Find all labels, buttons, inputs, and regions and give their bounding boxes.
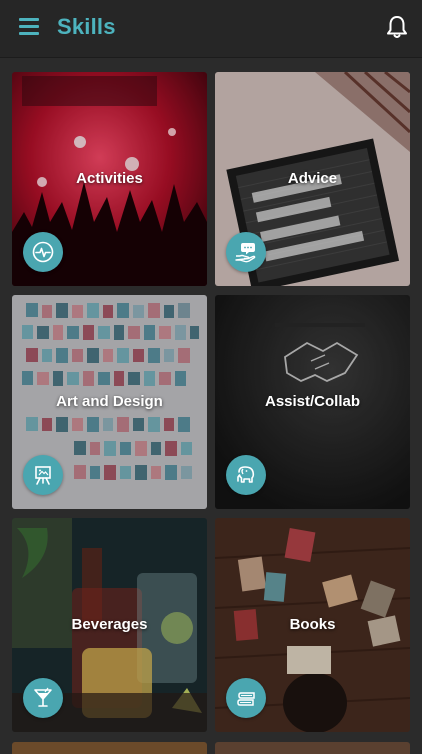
partial-card-next-row-left[interactable] <box>12 742 207 754</box>
category-card-assist-collab[interactable]: Assist/Collab <box>215 295 410 509</box>
top-app-bar: Skills <box>0 0 422 58</box>
category-label: Advice <box>287 170 338 187</box>
category-label: Beverages <box>71 616 148 633</box>
helping-hand-chat-icon[interactable] <box>226 232 266 272</box>
pulse-icon[interactable] <box>23 232 63 272</box>
category-label: Art and Design <box>56 393 163 410</box>
category-card-beverages[interactable]: Beverages <box>12 518 207 732</box>
easel-icon[interactable] <box>23 455 63 495</box>
hamburger-menu-icon[interactable] <box>19 17 39 35</box>
category-label: Activities <box>76 170 143 187</box>
category-label: Books <box>289 616 336 633</box>
partial-card-next-row-right[interactable] <box>215 742 410 754</box>
elephant-icon[interactable] <box>226 455 266 495</box>
page-title: Skills <box>57 14 116 39</box>
books-stack-icon[interactable] <box>226 678 266 718</box>
category-card-books[interactable]: Books <box>215 518 410 732</box>
category-card-advice[interactable]: Advice <box>215 72 410 286</box>
category-label: Assist/Collab <box>264 393 361 410</box>
cocktail-glass-icon[interactable] <box>23 678 63 718</box>
bell-icon[interactable] <box>384 14 410 40</box>
category-card-activities[interactable]: Activities <box>12 72 207 286</box>
category-card-art-and-design[interactable]: Art and Design <box>12 295 207 509</box>
